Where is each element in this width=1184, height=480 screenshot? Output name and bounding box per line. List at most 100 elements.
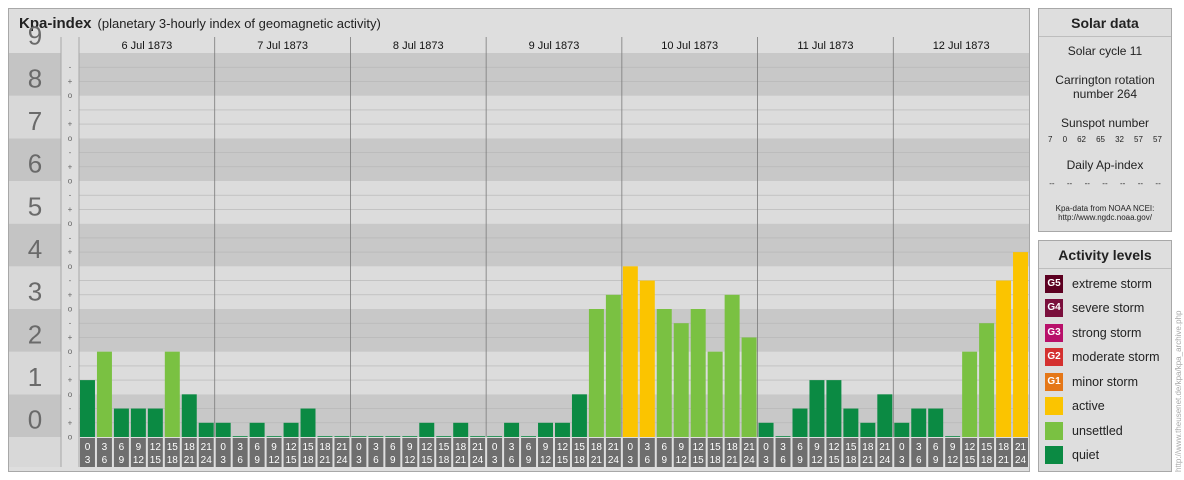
y-minor-label: o xyxy=(68,177,73,186)
ylabel-band xyxy=(9,437,61,467)
hour-end-label: 18 xyxy=(167,455,179,466)
day-label: 8 Jul 1873 xyxy=(393,40,444,52)
y-minor-label: - xyxy=(69,276,72,285)
hour-start-label: 9 xyxy=(136,442,142,453)
activity-levels-title: Activity levels xyxy=(1039,241,1171,269)
hour-start-label: 3 xyxy=(916,442,922,453)
day-label: 10 Jul 1873 xyxy=(661,40,718,52)
level-label: moderate storm xyxy=(1072,350,1160,364)
hour-start-label: 3 xyxy=(780,442,786,453)
kp-bar xyxy=(605,294,621,437)
hour-start-label: 6 xyxy=(526,442,532,453)
hour-start-label: 0 xyxy=(356,442,362,453)
hour-end-label: 6 xyxy=(373,455,379,466)
kp-bar xyxy=(113,408,129,437)
hour-end-label: 6 xyxy=(509,455,515,466)
kp-bar xyxy=(232,436,248,437)
sunspot-value: 65 xyxy=(1096,135,1105,144)
hour-end-label: 6 xyxy=(237,455,243,466)
kp-bar xyxy=(758,422,774,437)
hour-end-label: 24 xyxy=(744,455,756,466)
level-swatch: G2 xyxy=(1045,348,1063,366)
hour-end-label: 9 xyxy=(254,455,260,466)
ap-value: -- xyxy=(1155,179,1161,188)
hour-start-label: 3 xyxy=(645,442,651,453)
y-tick-label: 7 xyxy=(28,106,42,136)
kp-bar xyxy=(80,380,95,437)
kp-bar xyxy=(894,422,910,437)
level-swatch xyxy=(1045,422,1063,440)
kp-bar xyxy=(283,422,299,437)
kp-bar xyxy=(639,280,655,437)
hour-start-label: 15 xyxy=(167,442,179,453)
level-minor-storm: G1 minor storm xyxy=(1045,372,1138,392)
y-tick-label: 8 xyxy=(28,63,42,93)
carrington-line1: Carrington rotation xyxy=(1055,73,1155,87)
kp-bar xyxy=(487,436,503,437)
level-swatch xyxy=(1045,397,1063,415)
hour-start-label: 12 xyxy=(964,442,976,453)
hour-start-label: 18 xyxy=(319,442,331,453)
hour-start-label: 15 xyxy=(981,442,993,453)
kp-bar xyxy=(504,422,520,437)
hour-end-label: 21 xyxy=(319,455,331,466)
level-unsettled: unsettled xyxy=(1045,421,1123,441)
kp-bar xyxy=(1013,252,1028,437)
hour-end-label: 12 xyxy=(676,455,688,466)
kp-bar xyxy=(317,436,333,437)
credit-url: http://www.theusenet.de/kpa/kpa_archive.… xyxy=(1174,310,1183,472)
y-minor-label: + xyxy=(68,290,73,299)
kp-bar xyxy=(571,394,587,437)
hour-end-label: 6 xyxy=(645,455,651,466)
hour-end-label: 12 xyxy=(404,455,416,466)
hour-start-label: 12 xyxy=(828,442,840,453)
hour-start-label: 0 xyxy=(220,442,226,453)
hour-start-label: 6 xyxy=(119,442,125,453)
level-label: quiet xyxy=(1072,448,1100,462)
hour-start-label: 12 xyxy=(557,442,569,453)
y-tick-label: 4 xyxy=(28,234,42,264)
kp-bar xyxy=(996,280,1012,437)
level-swatch: G5 xyxy=(1045,275,1063,293)
hour-end-label: 3 xyxy=(220,455,226,466)
sunspot-value: 7 xyxy=(1048,135,1053,144)
day-label: 11 Jul 1873 xyxy=(797,40,853,52)
sunspot-value: 57 xyxy=(1134,135,1143,144)
plot-band xyxy=(79,223,1029,267)
kp-bar xyxy=(351,436,367,437)
hour-end-label: 21 xyxy=(862,455,874,466)
kp-bar xyxy=(826,380,842,437)
y-minor-label: - xyxy=(69,105,72,114)
solar-data-title: Solar data xyxy=(1039,9,1171,37)
y-minor-label: + xyxy=(68,77,73,86)
hour-end-label: 15 xyxy=(285,455,297,466)
ap-value: -- xyxy=(1120,179,1126,188)
y-minor-label: + xyxy=(68,120,73,129)
hour-start-label: 15 xyxy=(574,442,586,453)
ap-values: -- -- -- -- -- -- -- xyxy=(1039,179,1171,188)
kp-bar xyxy=(215,422,231,437)
hour-end-label: 24 xyxy=(608,455,620,466)
hour-end-label: 21 xyxy=(998,455,1010,466)
hour-start-label: 18 xyxy=(862,442,874,453)
level-label: extreme storm xyxy=(1072,277,1152,291)
hour-end-label: 24 xyxy=(336,455,348,466)
hour-start-label: 12 xyxy=(150,442,162,453)
level-extreme-storm: G5 extreme storm xyxy=(1045,274,1152,294)
kp-bar xyxy=(402,436,418,437)
kp-bar xyxy=(673,323,689,437)
level-active: active xyxy=(1045,396,1105,416)
kp-bar xyxy=(860,422,876,437)
kp-bar xyxy=(707,351,723,437)
level-label: active xyxy=(1072,399,1105,413)
y-minor-label: - xyxy=(69,361,72,370)
hour-start-label: 3 xyxy=(237,442,243,453)
kp-bar xyxy=(809,380,825,437)
hour-start-label: 0 xyxy=(85,442,91,453)
hour-end-label: 15 xyxy=(150,455,162,466)
source-link[interactable]: http://www.ngdc.noaa.gov/ xyxy=(1039,213,1171,222)
y-tick-label: 2 xyxy=(28,319,42,349)
ap-value: -- xyxy=(1102,179,1108,188)
kp-bar xyxy=(945,436,961,437)
kp-bar xyxy=(792,408,808,437)
